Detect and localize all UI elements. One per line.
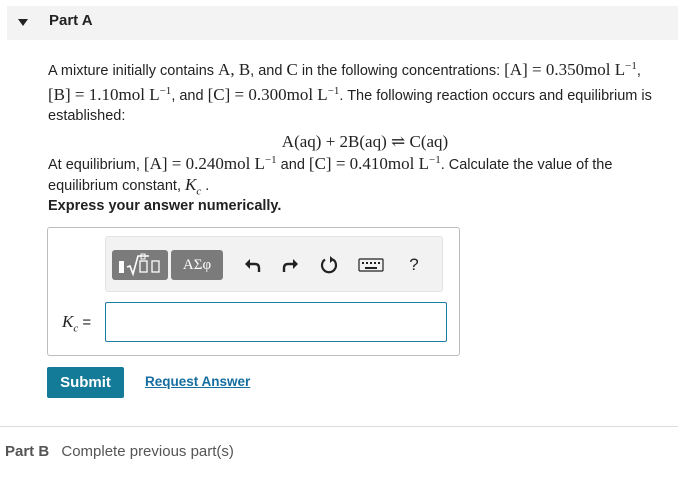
redo-icon (282, 259, 298, 272)
help-button[interactable]: ? (402, 254, 426, 276)
answer-instruction: Express your answer numerically. (48, 198, 282, 214)
kc-label: Kc = (62, 312, 92, 335)
submit-button[interactable]: Submit (47, 367, 124, 398)
greek-symbols-button[interactable]: ΑΣφ (171, 250, 223, 280)
divider (0, 426, 678, 427)
reset-button[interactable] (317, 254, 341, 276)
part-a-header[interactable]: Part A (7, 6, 678, 40)
request-answer-link[interactable]: Request Answer (145, 374, 250, 389)
template-sqrt-icon (119, 253, 160, 277)
answer-box: ΑΣφ ? Kc = (47, 227, 460, 356)
part-b-label: Part B (5, 443, 50, 460)
undo-button[interactable] (241, 254, 265, 276)
undo-icon (245, 259, 261, 272)
reaction-equation: A(aq) + 2B(aq) ⇌ C(aq) (281, 132, 449, 151)
part-a-title: Part A (49, 12, 93, 29)
collapse-caret-icon[interactable] (18, 19, 28, 26)
part-b-status: Complete previous part(s) (61, 443, 234, 460)
keyboard-button[interactable] (357, 254, 385, 276)
template-button[interactable] (112, 250, 168, 280)
redo-button[interactable] (278, 254, 302, 276)
reset-icon (320, 256, 338, 274)
equilibrium-statement: At equilibrium, [A] = 0.240mol L−1 and [… (48, 153, 613, 198)
math-toolbar: ΑΣφ ? (105, 236, 443, 292)
part-b-header[interactable]: Part B Complete previous part(s) (5, 443, 234, 460)
keyboard-icon (358, 258, 384, 272)
problem-statement: A mixture initially contains A, B, and C… (48, 59, 652, 124)
kc-answer-input[interactable] (105, 302, 447, 342)
